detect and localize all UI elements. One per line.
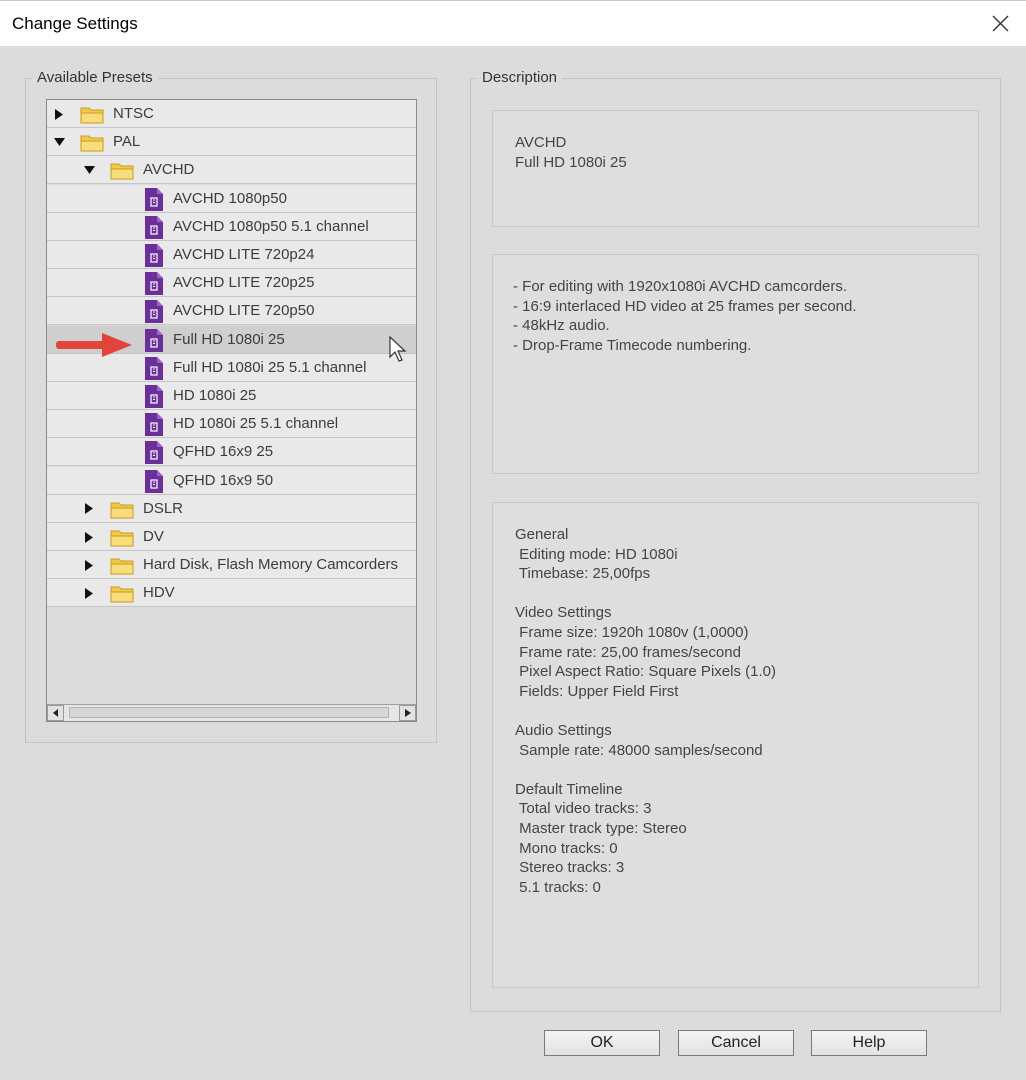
help-button[interactable]: Help [811,1030,927,1056]
tree-item-label: AVCHD [143,161,195,179]
horizontal-scrollbar[interactable] [47,704,416,721]
expand-right-icon[interactable] [82,495,96,523]
folder-icon [110,584,134,608]
preset-file-icon [145,187,163,216]
preset-name-text: AVCHD Full HD 1080i 25 [515,134,627,171]
preset-details-box: General Editing mode: HD 1080i Timebase:… [492,502,979,988]
title-bar: Change Settings [0,0,1026,46]
triangle-left-icon [52,709,58,717]
expand-right-icon[interactable] [82,579,96,607]
tree-item-label: HD 1080i 25 [173,387,257,404]
ok-button[interactable]: OK [544,1030,660,1056]
preset-notes-box: - For editing with 1920x1080i AVCHD camc… [492,254,979,474]
tree-item-label: Full HD 1080i 25 5.1 channel [173,358,367,376]
tree-folder-row[interactable]: HDV [47,579,416,608]
preset-file-icon [145,244,163,272]
folder-icon [110,556,134,580]
tree-preset-row[interactable]: AVCHD 1080p50 5.1 channel [47,212,416,244]
window-title: Change Settings [12,14,138,33]
scroll-right-button[interactable] [399,705,416,721]
tree-preset-row[interactable]: HD 1080i 25 [47,382,416,410]
folder-icon [110,500,134,524]
preset-file-icon [145,469,163,498]
tree-item-label: DV [143,528,164,545]
tree-folder-row[interactable]: AVCHD [47,156,416,185]
preset-name-box: AVCHD Full HD 1080i 25 [492,110,979,227]
folder-icon [110,528,134,552]
tree-item-label: AVCHD LITE 720p25 [173,274,315,292]
tree-item-label: HDV [143,584,175,602]
expand-right-icon[interactable] [52,100,66,128]
tree-preset-row[interactable]: AVCHD 1080p50 [47,184,416,216]
preset-file-icon [145,441,163,469]
description-label: Description [477,69,563,87]
tree-item-label: Full HD 1080i 25 [173,330,285,348]
preset-file-icon [145,413,163,441]
tree-item-label: HD 1080i 25 5.1 channel [173,415,339,433]
presets-tree[interactable]: NTSC PAL AVCHD AVCHD 1080p50 AVCHD 1080p50 5… [46,99,417,722]
preset-details-text: General Editing mode: HD 1080i Timebase:… [515,526,776,896]
preset-file-icon [145,356,163,385]
preset-file-icon [145,300,163,328]
expand-down-icon[interactable] [82,156,96,184]
scroll-thumb[interactable] [69,707,389,718]
tree-preset-row[interactable]: AVCHD LITE 720p50 [47,297,416,328]
tree-preset-row[interactable]: HD 1080i 25 5.1 channel [47,410,416,441]
tree-folder-row[interactable]: NTSC [47,100,416,128]
scroll-left-button[interactable] [47,705,64,721]
preset-notes-text: - For editing with 1920x1080i AVCHD camc… [513,278,857,354]
tree-folder-row[interactable]: Hard Disk, Flash Memory Camcorders [47,551,416,580]
tree-preset-row[interactable]: AVCHD LITE 720p24 [47,241,416,269]
tree-folder-row[interactable]: PAL [47,128,416,157]
preset-file-icon [145,215,163,244]
preset-file-icon [145,328,163,357]
tree-item-label: PAL [113,133,141,151]
close-button[interactable] [974,1,1026,46]
tree-folder-row[interactable]: DSLR [47,494,416,524]
tree-item-label: Hard Disk, Flash Memory Camcorders [143,556,399,574]
folder-icon [110,161,134,185]
folder-icon [80,133,104,157]
preset-file-icon [145,272,163,300]
triangle-right-icon [404,709,411,717]
tree-preset-row[interactable]: AVCHD LITE 720p25 [47,269,416,300]
available-presets-label: Available Presets [32,69,158,87]
tree-folder-row[interactable]: DV [47,523,416,551]
tree-item-label: QFHD 16x9 25 [173,443,274,461]
tree-preset-row[interactable]: Full HD 1080i 25 5.1 channel [47,353,416,385]
tree-item-label: QFHD 16x9 50 [173,471,274,489]
tree-preset-row[interactable]: QFHD 16x9 50 [47,466,416,498]
tree-item-label: AVCHD LITE 720p24 [173,246,315,263]
expand-right-icon[interactable] [82,523,96,551]
tree-item-label: DSLR [143,499,184,517]
tree-item-label: AVCHD LITE 720p50 [173,302,315,320]
expand-right-icon[interactable] [82,551,96,579]
red-pointer-arrow-icon [56,333,132,357]
mouse-cursor-icon [389,336,407,362]
preset-file-icon [145,385,163,413]
tree-item-label: AVCHD 1080p50 [173,189,287,207]
expand-down-icon[interactable] [52,128,66,156]
tree-preset-row[interactable]: QFHD 16x9 25 [47,438,416,469]
folder-icon [80,105,104,129]
cancel-button[interactable]: Cancel [678,1030,794,1056]
tree-item-label: NTSC [113,105,154,122]
close-icon [992,15,1008,32]
tree-item-label: AVCHD 1080p50 5.1 channel [173,217,369,235]
